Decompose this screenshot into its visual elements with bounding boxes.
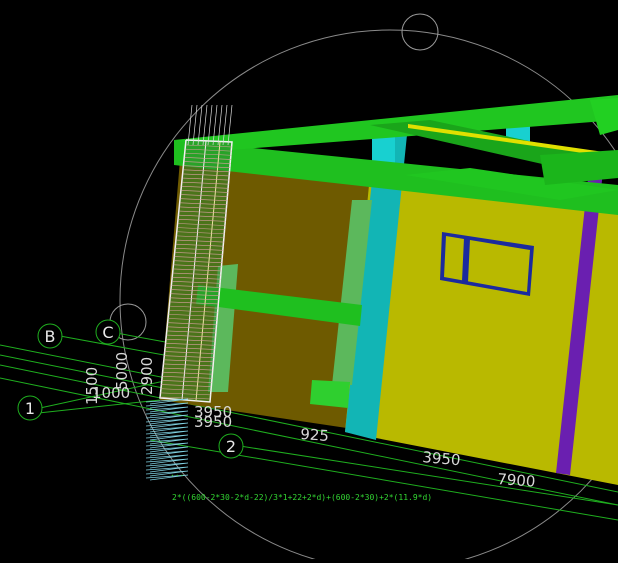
dimension-3950-left: 3950 <box>194 413 232 431</box>
grid-marker-2[interactable]: 2 <box>218 433 244 459</box>
dimension-2900: 2900 <box>138 357 156 395</box>
footing-block[interactable] <box>310 380 350 408</box>
dimension-1000: 1000 <box>92 384 130 402</box>
svg-text:C: C <box>102 323 113 342</box>
svg-text:1: 1 <box>25 399 35 418</box>
dimension-7900: 7900 <box>497 470 536 491</box>
svg-text:2: 2 <box>226 437 236 456</box>
small-tag: ... <box>170 469 184 478</box>
grid-marker-b[interactable]: B <box>37 323 63 349</box>
dimension-925: 925 <box>300 425 330 445</box>
dimension-3950-right: 3950 <box>422 448 462 469</box>
3d-model-viewport[interactable]: B C 1 2 1500 5000 2900 1000 3950 3950 92… <box>0 0 618 563</box>
rebar-formula: 2*((600-2*30-2*d-22)/3*1+22+2*d)+(600-2*… <box>172 493 432 502</box>
roof-beam-right-2[interactable] <box>540 150 618 185</box>
svg-text:B: B <box>45 327 56 346</box>
grid-marker-1[interactable]: 1 <box>17 395 43 421</box>
grid-marker-c[interactable]: C <box>95 319 121 345</box>
model-canvas[interactable]: B C 1 2 1500 5000 2900 1000 3950 3950 92… <box>0 0 618 563</box>
